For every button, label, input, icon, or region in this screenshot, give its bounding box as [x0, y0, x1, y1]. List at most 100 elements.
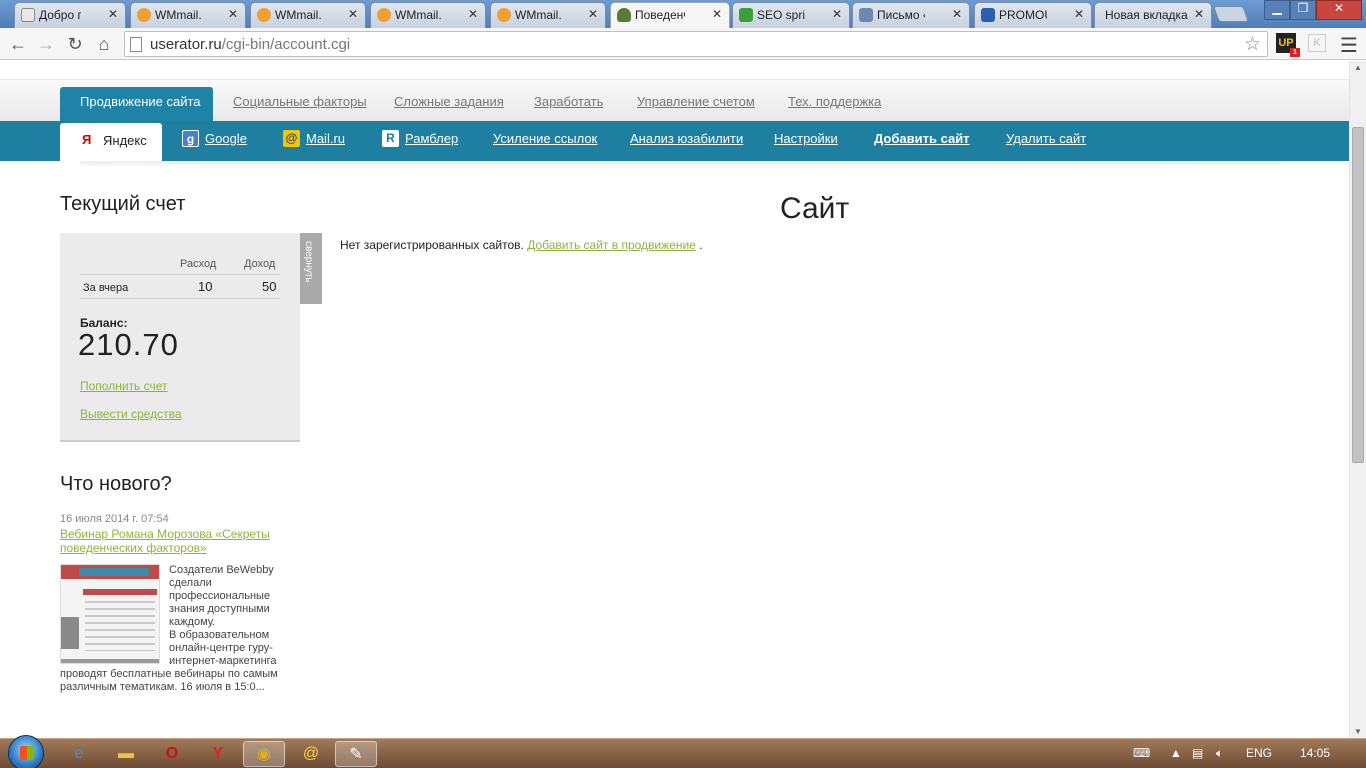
url-host: userator.ru: [150, 36, 222, 53]
account-heading: Текущий счет: [60, 193, 186, 215]
wmmail-icon: [377, 8, 391, 22]
windows-taskbar: e ▬ O Y ◉ @ ✎ ⌨ ▲ ▤ 🔈︎ ENG 14:05: [0, 735, 1366, 768]
income-value: 50: [262, 279, 277, 294]
scroll-up-icon[interactable]: ▲: [1354, 63, 1362, 72]
yandex-browser-icon[interactable]: Y: [197, 741, 239, 767]
browser-tab[interactable]: SEO sprint ✕: [732, 2, 850, 28]
windows-logo-icon: [20, 746, 34, 760]
browser-tab[interactable]: PROMOUTER ✕: [974, 2, 1092, 28]
close-tab-icon[interactable]: ✕: [228, 7, 238, 21]
chrome-icon[interactable]: ◉: [243, 741, 285, 767]
new-tab-button[interactable]: [1213, 6, 1249, 22]
home-icon[interactable]: ⌂: [92, 32, 116, 56]
income-column-header: Доход: [244, 258, 276, 270]
seosprint-icon: [739, 8, 753, 22]
browser-tab-active[interactable]: Поведенчес ✕: [610, 2, 730, 28]
explorer-folder-icon[interactable]: ▬: [105, 741, 147, 767]
add-site-link[interactable]: Добавить сайт в продвижение: [527, 238, 696, 252]
close-tab-icon[interactable]: ✕: [952, 7, 962, 21]
nav-shadow: [80, 161, 1280, 169]
keyboard-icon[interactable]: ⌨: [1133, 746, 1150, 760]
yandex-icon: Я: [82, 132, 92, 147]
subtab-yandex[interactable]: Я Яндекс: [60, 123, 162, 161]
browser-tab[interactable]: WMmail.ru ✕: [370, 2, 486, 28]
scroll-down-icon[interactable]: ▼: [1354, 727, 1362, 736]
browser-tab[interactable]: WMmail.ru ✕: [490, 2, 606, 28]
subtab-add-site[interactable]: Добавить сайт: [874, 131, 970, 146]
subtab-google[interactable]: Google: [205, 131, 247, 146]
show-hidden-icons[interactable]: ▲: [1170, 746, 1182, 760]
news-date: 16 июля 2014 г. 07:54: [60, 513, 169, 525]
site-heading: Сайт: [780, 192, 850, 225]
menu-icon[interactable]: ☰: [1340, 33, 1358, 58]
close-tab-icon[interactable]: ✕: [468, 7, 478, 21]
subtab-mailru[interactable]: Mail.ru: [306, 131, 345, 146]
subtab-rambler[interactable]: Рамблер: [405, 131, 458, 146]
browser-tab[interactable]: Письмо «Кс ✕: [852, 2, 970, 28]
volume-icon[interactable]: 🔈︎: [1216, 746, 1223, 761]
subtab-link-boost[interactable]: Усиление ссылок: [493, 131, 597, 146]
news-excerpt: Создатели BeWebby сделали профессиональн…: [60, 564, 278, 693]
subtab-delete-site[interactable]: Удалить сайт: [1006, 131, 1086, 146]
page-icon: [130, 37, 142, 52]
reload-icon[interactable]: ↻: [63, 32, 87, 56]
k-extension-icon[interactable]: K: [1308, 34, 1326, 52]
opera-icon[interactable]: O: [151, 741, 193, 767]
extension-badge: 1: [1290, 48, 1300, 57]
mail-agent-icon[interactable]: @: [290, 741, 332, 767]
promouter-icon: [981, 8, 995, 22]
back-icon[interactable]: ←: [6, 32, 30, 56]
url-path: /cgi-bin/account.cgi: [221, 36, 351, 53]
subtab-usability[interactable]: Анализ юзабилити: [630, 131, 743, 146]
withdraw-link[interactable]: Вывести средства: [80, 407, 182, 421]
bookmark-star-icon[interactable]: ☆: [1244, 33, 1261, 56]
tab-social-factors[interactable]: Социальные факторы: [233, 94, 367, 109]
tab-earn[interactable]: Заработать: [534, 94, 603, 109]
scrollbar-thumb[interactable]: [1352, 127, 1364, 463]
close-tab-icon[interactable]: ✕: [712, 7, 722, 21]
close-tab-icon[interactable]: ✕: [832, 7, 842, 21]
close-window-button[interactable]: ✕: [1316, 0, 1362, 20]
browser-tab[interactable]: Добро пож ✕: [14, 2, 126, 28]
close-tab-icon[interactable]: ✕: [1074, 7, 1084, 21]
expense-value: 10: [198, 279, 213, 294]
tab-complex-tasks[interactable]: Сложные задания: [394, 94, 504, 109]
language-indicator[interactable]: ENG: [1246, 746, 1272, 760]
news-title-link[interactable]: Вебинар Романа Морозова «Секреты поведен…: [60, 527, 290, 555]
close-tab-icon[interactable]: ✕: [348, 7, 358, 21]
address-bar[interactable]: userator.ru/cgi-bin/account.cgi ☆: [124, 31, 1268, 57]
mail-icon: [859, 8, 873, 22]
browser-tab[interactable]: Новая вкладка ✕: [1094, 2, 1212, 28]
forward-icon[interactable]: →: [34, 32, 58, 56]
subtab-settings[interactable]: Настройки: [774, 131, 838, 146]
browser-tab[interactable]: WMmail.ru ✕: [250, 2, 366, 28]
expense-column-header: Расход: [180, 258, 217, 270]
close-tab-icon[interactable]: ✕: [588, 7, 598, 21]
maximize-button[interactable]: ❐: [1290, 0, 1316, 20]
up-extension-icon[interactable]: UP 1: [1276, 33, 1300, 57]
network-icon[interactable]: ▤: [1192, 746, 1203, 760]
sub-navigation: Я Яндекс g Google @ Mail.ru R Рамблер Ус…: [0, 121, 1349, 161]
browser-tab[interactable]: WMmail.ru ✕: [130, 2, 246, 28]
row-label: За вчера: [83, 282, 129, 294]
top-navigation: Продвижение сайта Социальные факторы Сло…: [0, 79, 1349, 122]
paint-icon[interactable]: ✎: [335, 741, 377, 767]
internet-explorer-icon[interactable]: e: [58, 741, 100, 767]
account-panel: Расход Доход За вчера 10 50 Баланс: 210.…: [60, 233, 300, 442]
no-sites-message: Нет зарегистрированных сайтов. Добавить …: [340, 238, 703, 252]
clock[interactable]: 14:05: [1300, 746, 1330, 760]
close-tab-icon[interactable]: ✕: [108, 7, 118, 21]
tab-support[interactable]: Тех. поддержка: [788, 94, 881, 109]
account-table-header: Расход Доход: [80, 258, 280, 275]
wmmail-icon: [257, 8, 271, 22]
topup-link[interactable]: Пополнить счет: [80, 379, 168, 393]
page-scrollbar[interactable]: ▲ ▼: [1349, 61, 1366, 738]
news-heading: Что нового?: [60, 473, 172, 495]
start-button[interactable]: [8, 735, 44, 768]
collapse-button[interactable]: свернуть: [300, 233, 322, 304]
tab-account-management[interactable]: Управление счетом: [637, 94, 755, 109]
close-tab-icon[interactable]: ✕: [1194, 7, 1204, 21]
minimize-button[interactable]: ▁: [1264, 0, 1290, 20]
browser-tab-strip: Добро пож ✕ WMmail.ru ✕ WMmail.ru ✕ WMma…: [0, 0, 1366, 28]
tab-promotion[interactable]: Продвижение сайта: [60, 87, 213, 122]
